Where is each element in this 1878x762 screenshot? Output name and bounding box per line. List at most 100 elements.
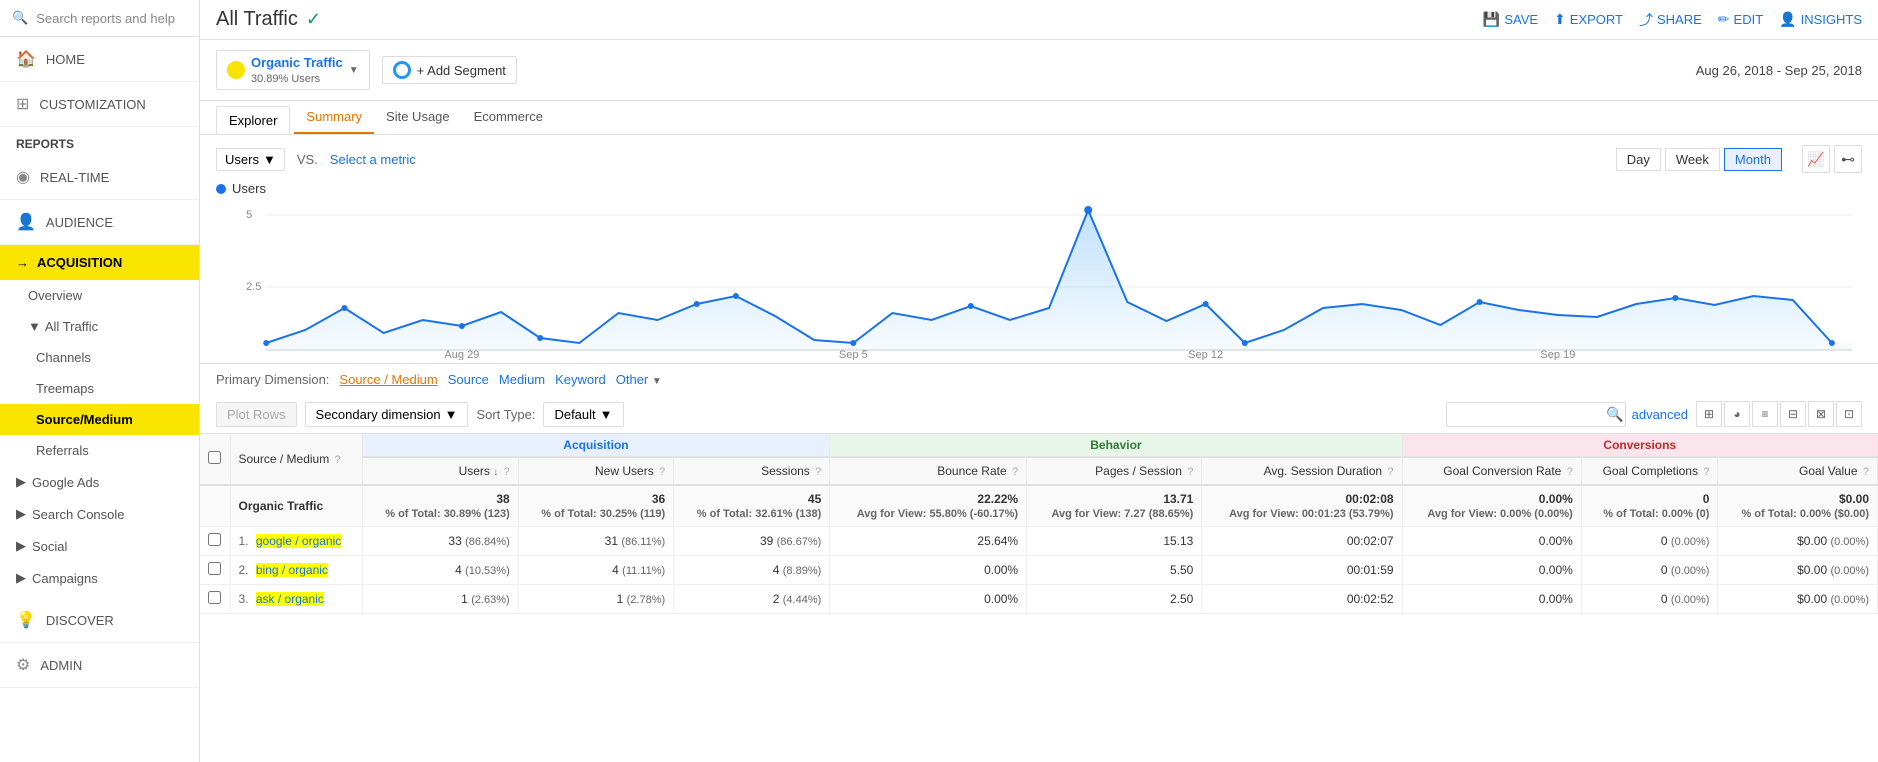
- bounce-rate-header[interactable]: Bounce Rate ?: [830, 457, 1027, 485]
- users-header[interactable]: Users ↓ ?: [362, 457, 518, 485]
- row2-source-link[interactable]: bing / organic: [256, 563, 328, 577]
- sidebar-sub-overview[interactable]: Overview: [0, 280, 199, 311]
- customization-icon: ⊞: [16, 94, 29, 114]
- row1-checkbox[interactable]: [208, 533, 221, 546]
- search-bar[interactable]: 🔍 Search reports and help: [0, 0, 199, 37]
- svg-text:Sep 5: Sep 5: [839, 349, 868, 360]
- row2-checkbox[interactable]: [208, 562, 221, 575]
- sessions-header[interactable]: Sessions ?: [674, 457, 830, 485]
- sidebar-group-searchconsole[interactable]: ▶ Search Console: [0, 498, 199, 530]
- period-week-button[interactable]: Week: [1665, 148, 1720, 171]
- sidebar-item-discover[interactable]: 💡 DISCOVER: [0, 598, 199, 643]
- dim-keyword[interactable]: Keyword: [555, 372, 606, 387]
- dim-other[interactable]: Other: [616, 372, 649, 387]
- row1-source-link[interactable]: google / organic: [256, 534, 341, 548]
- save-button[interactable]: 💾 SAVE: [1483, 11, 1538, 28]
- search-input[interactable]: [1446, 402, 1626, 427]
- treemaps-label: Treemaps: [36, 381, 94, 396]
- sidebar-item-home[interactable]: 🏠 HOME: [0, 37, 199, 82]
- row2-sessions: 4 (8.89%): [674, 556, 830, 585]
- sidebar-item-realtime[interactable]: ◉ REAL-TIME: [0, 155, 199, 200]
- sidebar-sub-referrals[interactable]: Referrals: [0, 435, 199, 466]
- sidebar-item-acquisition[interactable]: → ACQUISITION: [0, 245, 199, 280]
- sort-type-dropdown[interactable]: Default ▼: [543, 402, 623, 427]
- row3-source-link[interactable]: ask / organic: [256, 592, 324, 606]
- dim-source[interactable]: Source: [448, 372, 489, 387]
- dim-medium[interactable]: Medium: [499, 372, 545, 387]
- sidebar-group-googleads[interactable]: ▶ Google Ads: [0, 466, 199, 498]
- organic-traffic-segment[interactable]: Organic Traffic 30.89% Users ▼: [216, 50, 370, 90]
- share-button[interactable]: ⤴ SHARE: [1639, 10, 1702, 30]
- add-segment-button[interactable]: + Add Segment: [382, 56, 517, 84]
- sidebar-sub-channels[interactable]: Channels: [0, 342, 199, 373]
- avg-duration-header[interactable]: Avg. Session Duration ?: [1202, 457, 1402, 485]
- insights-button[interactable]: 👤 INSIGHTS: [1779, 11, 1862, 28]
- pie-chart-button[interactable]: ◕: [1724, 401, 1750, 427]
- svg-text:2.5: 2.5: [246, 281, 261, 293]
- row1-avg-duration: 00:02:07: [1202, 527, 1402, 556]
- secondary-dimension-dropdown[interactable]: Secondary dimension ▼: [305, 402, 469, 427]
- row3-checkbox-cell[interactable]: [200, 585, 230, 614]
- sidebar-sub-treemaps[interactable]: Treemaps: [0, 373, 199, 404]
- select-all-checkbox-header[interactable]: [200, 434, 230, 485]
- source-medium-header[interactable]: Source / Medium ?: [230, 434, 362, 485]
- advanced-link[interactable]: advanced: [1632, 407, 1688, 422]
- select-all-checkbox[interactable]: [208, 451, 221, 464]
- tab-summary[interactable]: Summary: [294, 101, 374, 134]
- pivot-view-button[interactable]: ⊠: [1808, 401, 1834, 427]
- row3-checkbox[interactable]: [208, 591, 221, 604]
- total-checkbox-cell: [200, 485, 230, 527]
- legend-dot: [216, 184, 226, 194]
- pages-session-header[interactable]: Pages / Session ?: [1027, 457, 1202, 485]
- sidebar-item-admin[interactable]: ⚙ ADMIN: [0, 643, 199, 688]
- dim-source-medium[interactable]: Source / Medium: [339, 372, 437, 387]
- bar-chart-button[interactable]: ⊷: [1834, 145, 1862, 173]
- row2-checkbox-cell[interactable]: [200, 556, 230, 585]
- select-metric[interactable]: Select a metric: [330, 152, 416, 167]
- tab-site-usage[interactable]: Site Usage: [374, 101, 462, 134]
- row2-avg-duration: 00:01:59: [1202, 556, 1402, 585]
- sidebar-sub-sourcemedium[interactable]: Source/Medium: [0, 404, 199, 435]
- goal-value-header[interactable]: Goal Value ?: [1718, 457, 1878, 485]
- explorer-tab[interactable]: Explorer: [216, 106, 290, 134]
- new-users-help-icon: ?: [659, 466, 665, 478]
- save-icon: 💾: [1483, 11, 1500, 28]
- sidebar-realtime-label: REAL-TIME: [40, 170, 109, 185]
- new-users-header[interactable]: New Users ?: [518, 457, 673, 485]
- segment-name: Organic Traffic: [251, 55, 343, 70]
- row2-users: 4 (10.53%): [362, 556, 518, 585]
- grid-view-button[interactable]: ⊞: [1696, 401, 1722, 427]
- total-row: Organic Traffic 38 % of Total: 30.89% (1…: [200, 485, 1878, 527]
- lifetime-view-button[interactable]: ⊡: [1836, 401, 1862, 427]
- sidebar-item-customization[interactable]: ⊞ CUSTOMIZATION: [0, 82, 199, 127]
- total-users: 38 % of Total: 30.89% (123): [362, 485, 518, 527]
- row1-goal-value: $0.00 (0.00%): [1718, 527, 1878, 556]
- table-view-button[interactable]: ⊟: [1780, 401, 1806, 427]
- row3-pages-session: 2.50: [1027, 585, 1202, 614]
- add-segment-label: + Add Segment: [417, 63, 506, 78]
- primary-dimension-label: Primary Dimension:: [216, 372, 329, 387]
- goal-completions-header[interactable]: Goal Completions ?: [1581, 457, 1718, 485]
- segment-dot: [227, 61, 245, 79]
- sidebar-group-campaigns[interactable]: ▶ Campaigns: [0, 562, 199, 594]
- period-day-button[interactable]: Day: [1616, 148, 1661, 171]
- sidebar-item-audience[interactable]: 👤 AUDIENCE: [0, 200, 199, 245]
- metric-dropdown[interactable]: Users ▼: [216, 148, 285, 171]
- bounce-rate-help-icon: ?: [1012, 466, 1018, 478]
- row2-goal-value: $0.00 (0.00%): [1718, 556, 1878, 585]
- sidebar-group-social[interactable]: ▶ Social: [0, 530, 199, 562]
- goal-conv-rate-header[interactable]: Goal Conversion Rate ?: [1402, 457, 1581, 485]
- list-view-button[interactable]: ≡: [1752, 401, 1778, 427]
- export-button[interactable]: ⬆ EXPORT: [1554, 11, 1623, 28]
- period-month-button[interactable]: Month: [1724, 148, 1782, 171]
- tab-ecommerce[interactable]: Ecommerce: [462, 101, 555, 134]
- realtime-icon: ◉: [16, 167, 30, 187]
- sort-down-icon: ↓: [493, 467, 498, 478]
- row1-checkbox-cell[interactable]: [200, 527, 230, 556]
- sidebar-sub-alltraffic[interactable]: ▼ All Traffic: [0, 311, 199, 342]
- home-icon: 🏠: [16, 49, 36, 69]
- row3-source: 3. ask / organic: [230, 585, 362, 614]
- row3-goal-completions: 0 (0.00%): [1581, 585, 1718, 614]
- line-chart-button[interactable]: 📈: [1802, 145, 1830, 173]
- edit-button[interactable]: ✏ EDIT: [1718, 11, 1763, 28]
